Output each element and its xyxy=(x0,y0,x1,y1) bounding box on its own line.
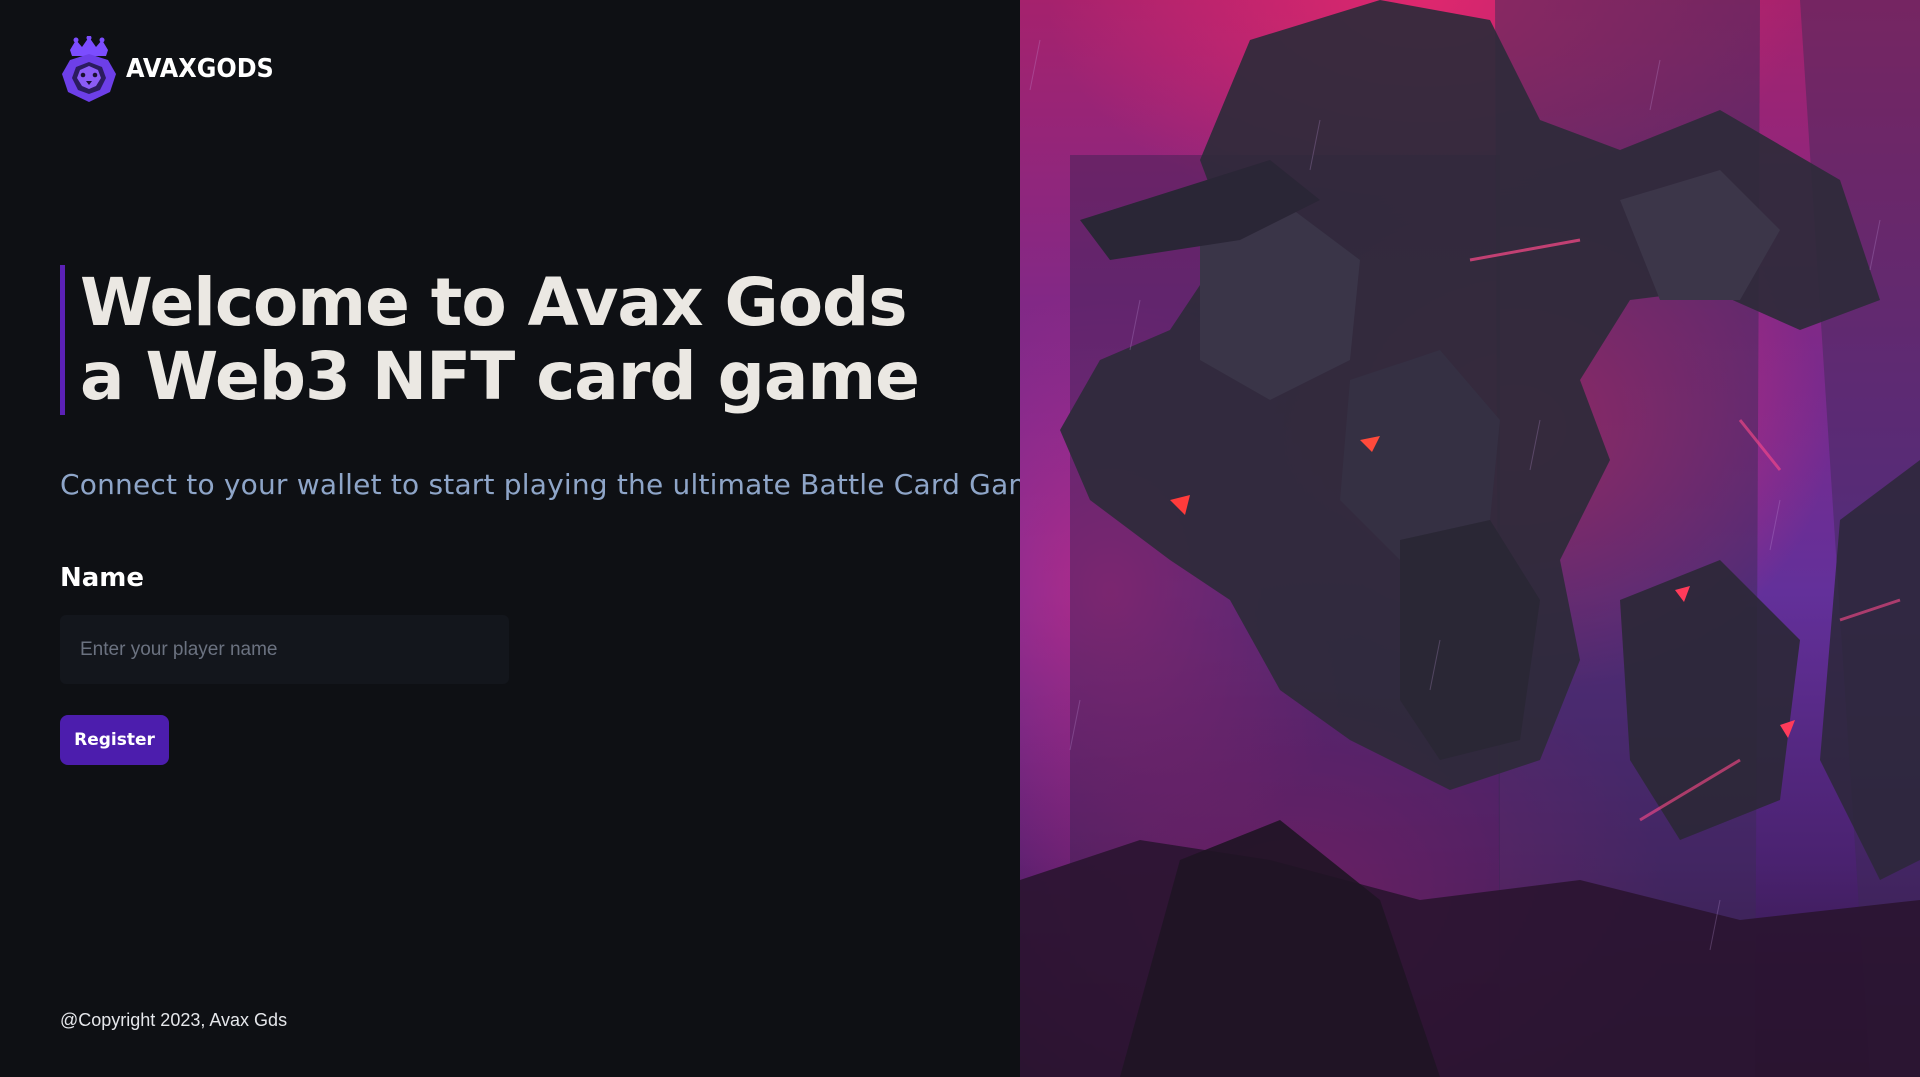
hero-heading: Welcome to Avax Gods a Web3 NFT card gam… xyxy=(60,264,920,415)
mech-robot-artwork xyxy=(1020,0,1920,1077)
name-label: Name xyxy=(60,563,145,593)
player-name-input[interactable] xyxy=(60,615,509,684)
hero-title-line-1: Welcome to Avax Gods xyxy=(80,264,908,341)
left-panel: AVAXGODS Welcome to Avax Gods a Web3 NFT… xyxy=(0,0,1053,1077)
brand-logo[interactable]: AVAXGODS xyxy=(60,36,287,102)
hero-title-line-2: a Web3 NFT card game xyxy=(80,338,920,415)
hero-artwork xyxy=(1020,0,1920,1077)
crowned-lion-icon xyxy=(62,36,116,102)
hero-subtitle: Connect to your wallet to start playing … xyxy=(60,468,1054,501)
login-page: AVAXGODS Welcome to Avax Gods a Web3 NFT… xyxy=(0,0,1920,1077)
brand-name: AVAXGODS xyxy=(126,54,274,84)
copyright-text: @Copyright 2023, Avax Gds xyxy=(60,1010,288,1030)
register-button[interactable]: Register xyxy=(60,715,169,765)
